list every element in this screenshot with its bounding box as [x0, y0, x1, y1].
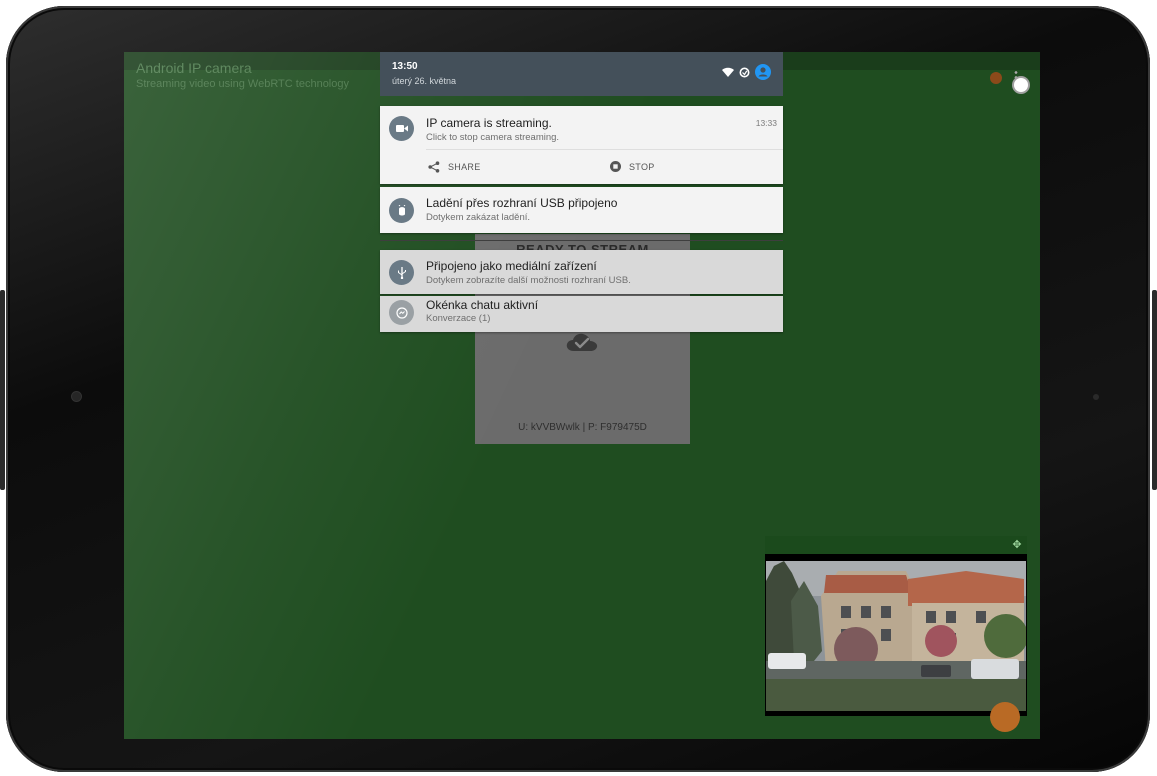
data-saver-icon [739, 67, 750, 77]
status-icons [722, 64, 771, 80]
notification-usb-debugging[interactable]: Ladění přes rozhraní USB připojeno Dotyk… [380, 187, 783, 233]
notification-media-device[interactable]: Připojeno jako mediální zařízení Dotykem… [380, 250, 783, 294]
account-icon[interactable] [755, 64, 771, 80]
quick-settings-header[interactable]: 13:50 úterý 26. května [380, 52, 783, 96]
side-speaker-right [1152, 290, 1157, 490]
videocam-icon [389, 116, 414, 141]
notification-text: Click to stop camera streaming. [426, 132, 560, 143]
stop-label: STOP [629, 161, 655, 172]
android-bug-icon [389, 198, 414, 223]
shade-divider [380, 240, 783, 241]
notification-title: Ladění přes rozhraní USB připojeno [426, 196, 618, 210]
messenger-icon [389, 300, 414, 325]
camera-preview-video [766, 561, 1026, 711]
app-title: Android IP camera [136, 60, 252, 76]
notification-text: Dotykem zobrazíte další možnosti rozhran… [426, 275, 631, 286]
cloud-done-icon [566, 333, 598, 351]
side-speaker-left [0, 290, 5, 490]
notification-time: 13:33 [755, 118, 777, 128]
record-indicator [990, 72, 1002, 84]
usb-icon [389, 260, 414, 285]
wifi-icon [722, 67, 734, 77]
share-icon [428, 161, 440, 173]
stop-button[interactable]: STOP [610, 161, 655, 172]
notification-chat-heads[interactable]: Okénka chatu aktivní Konverzace (1) [380, 296, 783, 332]
notification-ip-camera[interactable]: IP camera is streaming. Click to stop ca… [380, 106, 783, 184]
front-camera [72, 392, 81, 401]
app-subtitle: Streaming video using WebRTC technology [136, 78, 349, 90]
notification-title: Okénka chatu aktivní [426, 298, 539, 312]
notification-title: IP camera is streaming. [426, 116, 552, 130]
preview-title-bar[interactable]: ✥ [765, 536, 1027, 554]
stream-toggle-switch[interactable] [1014, 78, 1028, 92]
stop-icon [610, 161, 621, 172]
camera-preview-window[interactable]: ✥ [765, 536, 1027, 716]
status-date: úterý 26. května [392, 76, 457, 86]
sensor [1093, 394, 1099, 400]
share-label: SHARE [448, 162, 481, 172]
share-button[interactable]: SHARE [428, 161, 481, 173]
notification-text: Dotykem zakázat ladění. [426, 212, 531, 223]
status-time: 13:50 [392, 61, 418, 72]
notification-divider [426, 149, 783, 150]
notification-title: Připojeno jako mediální zařízení [426, 259, 597, 273]
move-icon[interactable]: ✥ [1011, 539, 1023, 551]
stream-credentials: U: kVVBWwlk | P: F979475D [518, 422, 647, 433]
notification-text: Konverzace (1) [426, 313, 491, 324]
floating-action-button[interactable] [990, 702, 1020, 732]
